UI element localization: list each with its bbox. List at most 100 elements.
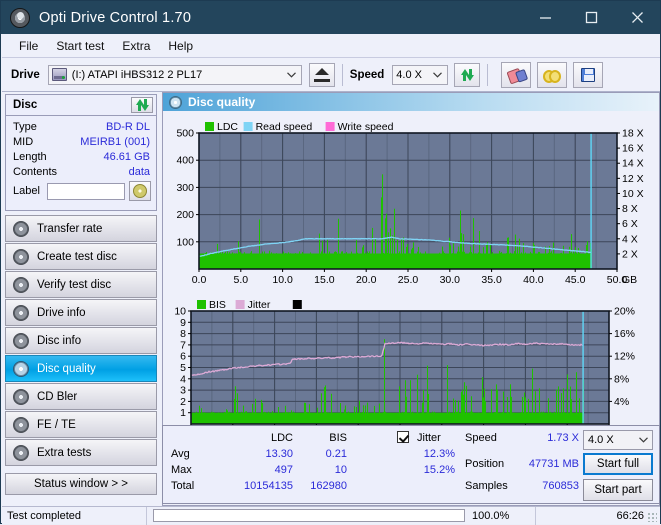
stats-max-ldc: 497 [274, 464, 293, 476]
svg-text:500: 500 [176, 128, 194, 140]
status-window-button[interactable]: Status window > > [5, 473, 157, 495]
disc-panel-header: Disc [6, 95, 156, 116]
status-message: Test completed [7, 509, 81, 522]
speed-select-value: 4.0 X [396, 68, 422, 81]
sidebar-item-drive-info[interactable]: Drive info [5, 299, 157, 326]
test-speed-select[interactable]: 4.0 X [583, 430, 653, 450]
stats-total-bis: 162980 [310, 480, 347, 492]
progress-percent: 100.0% [472, 509, 510, 522]
maximize-icon[interactable] [568, 1, 614, 34]
menu-file[interactable]: File [10, 36, 47, 56]
svg-text:8 X: 8 X [622, 203, 638, 215]
floppy-save-icon [581, 67, 596, 82]
menu-bar: File Start test Extra Help [2, 34, 660, 58]
speed-label: Speed [349, 68, 385, 81]
sidebar-item-disc-info[interactable]: Disc info [5, 327, 157, 354]
refresh-icon [460, 68, 474, 81]
disc-value: 46.61 GB [103, 150, 150, 163]
disc-refresh-button[interactable] [131, 97, 153, 113]
sidebar-item-extra-tests[interactable]: Extra tests [5, 439, 157, 466]
resize-grip-icon[interactable] [647, 512, 657, 522]
disc-row-type: Type BD-R DL [6, 119, 156, 134]
main-panel-header: Disc quality [163, 93, 659, 111]
erase-button[interactable] [501, 61, 532, 88]
svg-text:14 X: 14 X [622, 158, 644, 170]
disc-label-key: Label [13, 185, 40, 197]
sidebar-item-create-test-disc[interactable]: Create test disc [5, 243, 157, 270]
stats-row-max-label: Max [171, 464, 192, 476]
svg-text:100: 100 [176, 236, 194, 248]
sidebar-item-transfer-rate[interactable]: Transfer rate [5, 215, 157, 242]
svg-text:2: 2 [180, 396, 186, 408]
sidebar-item-cd-bler[interactable]: CD Bler [5, 383, 157, 410]
drive-select[interactable]: (I:) ATAPI iHBS312 2 PL17 [47, 64, 302, 85]
svg-text:20%: 20% [614, 306, 635, 318]
svg-text:6 X: 6 X [622, 218, 638, 230]
disc-panel-title: Disc [13, 99, 38, 111]
svg-text:GB: GB [622, 274, 637, 286]
sidebar-item-verify-test-disc[interactable]: Verify test disc [5, 271, 157, 298]
minimize-icon[interactable] [522, 1, 568, 34]
stats-speed-value: 1.73 X [547, 432, 579, 444]
disc-label-button[interactable] [128, 181, 151, 201]
svg-text:0.0: 0.0 [192, 274, 207, 286]
sidebar-item-disc-quality[interactable]: Disc quality [5, 355, 157, 382]
svg-text:10.0: 10.0 [272, 274, 293, 286]
svg-text:12 X: 12 X [622, 173, 644, 185]
ldc-chart[interactable]: LDC Read speed Write speed 100 200 300 400 500 2… [163, 111, 659, 289]
disc-key: Contents [13, 165, 58, 178]
svg-text:12%: 12% [614, 351, 635, 363]
status-divider [146, 506, 147, 525]
stats-col-ldc: LDC [270, 432, 293, 444]
speed-select[interactable]: 4.0 X [392, 64, 449, 85]
disc-value: BD-R DL [105, 120, 150, 133]
drive-select-value: (I:) ATAPI iHBS312 2 PL17 [71, 68, 203, 81]
save-button[interactable] [573, 61, 604, 88]
bis-jitter-chart[interactable]: BISJitter123456789104%8%12%16%20%0.05.01… [163, 289, 659, 444]
jitter-label: Jitter [417, 432, 441, 444]
chevron-down-icon [427, 69, 444, 81]
svg-text:BIS: BIS [209, 299, 226, 311]
toolbar: Drive (I:) ATAPI iHBS312 2 PL17 Speed 4.… [2, 58, 660, 92]
stats-avg-bis: 0.21 [325, 448, 347, 460]
svg-text:8: 8 [180, 328, 186, 340]
disc-label-input[interactable] [46, 182, 125, 200]
sidebar-item-label: Drive info [37, 306, 86, 319]
svg-text:10: 10 [174, 306, 186, 318]
svg-text:1: 1 [180, 407, 186, 419]
test-speed-value: 4.0 X [588, 434, 614, 446]
app-window: Opti Drive Control 1.70 File Start test … [0, 0, 661, 525]
svg-text:30.0: 30.0 [440, 274, 461, 286]
start-part-button[interactable]: Start part [583, 479, 653, 501]
menu-start-test[interactable]: Start test [47, 36, 113, 56]
stats-speed-label: Speed [465, 432, 497, 444]
sidebar-item-fe-te[interactable]: FE / TE [5, 411, 157, 438]
stats-samples-label: Samples [465, 480, 508, 492]
svg-text:5: 5 [180, 362, 186, 374]
svg-text:400: 400 [176, 155, 194, 167]
sidebar-item-label: FE / TE [37, 418, 76, 431]
disc-icon [13, 360, 29, 377]
disc-value: data [128, 165, 150, 178]
svg-text:4%: 4% [614, 396, 629, 408]
menu-help[interactable]: Help [159, 36, 202, 56]
start-full-button[interactable]: Start full [583, 453, 653, 475]
glasses-icon [543, 69, 562, 83]
refresh-arrows-icon [135, 99, 149, 111]
svg-text:3: 3 [180, 385, 186, 397]
jitter-checkbox[interactable] [397, 431, 409, 444]
disc-icon [13, 416, 29, 433]
stats-position-value: 47731 MB [528, 458, 579, 470]
svg-text:20.0: 20.0 [356, 274, 377, 286]
refresh-button[interactable] [454, 62, 481, 87]
eject-button[interactable] [308, 62, 335, 87]
settings-button[interactable] [537, 61, 568, 88]
menu-extra[interactable]: Extra [113, 36, 159, 56]
svg-text:Jitter: Jitter [248, 299, 271, 311]
close-icon[interactable] [614, 1, 660, 34]
window-title: Opti Drive Control 1.70 [39, 9, 192, 26]
disc-quality-icon [169, 95, 182, 109]
svg-text:2 X: 2 X [622, 248, 638, 260]
disc-row-contents: Contents data [6, 164, 156, 179]
status-divider [535, 506, 536, 525]
